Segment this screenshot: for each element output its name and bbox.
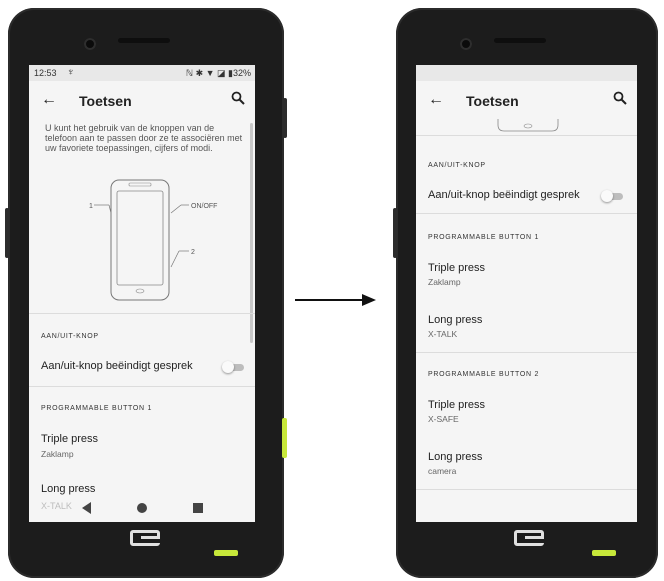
- button1-long-value: X-TALK: [428, 329, 458, 339]
- circle-home-icon[interactable]: [137, 503, 147, 513]
- crosscall-logo-icon: [514, 530, 544, 546]
- diagram-fragment: [497, 119, 559, 132]
- navigation-bar: X-TALK: [29, 493, 255, 522]
- diagram-label-2: 2: [191, 249, 195, 256]
- power-end-call-toggle[interactable]: [601, 190, 623, 202]
- right-phone: ← Toetsen AAN/UIT-KNOP Aan/uit-knop beëi…: [393, 8, 658, 578]
- search-icon[interactable]: [231, 91, 245, 105]
- power-end-call-label[interactable]: Aan/uit-knop beëindigt gesprek: [428, 189, 580, 201]
- app-bar: ← Toetsen: [416, 83, 637, 119]
- divider: [416, 135, 637, 136]
- volume-button[interactable]: [393, 208, 397, 258]
- left-screen: 12:53 ♆ ℕ ✱ ▼ ◪ ▮32% ← Toetsen U kunt he…: [29, 65, 255, 522]
- arrow-left-icon[interactable]: ←: [428, 91, 444, 109]
- section-header-button1: PROGRAMMABLE BUTTON 1: [41, 405, 153, 412]
- button2-long-value: camera: [428, 466, 457, 476]
- button2-long-title[interactable]: Long press: [428, 451, 482, 463]
- square-recent-icon[interactable]: [193, 503, 203, 513]
- status-time: 12:53: [34, 68, 57, 78]
- triangle-back-icon[interactable]: [82, 502, 91, 514]
- phone-diagram: 1 ON/OFF 2: [89, 179, 217, 301]
- section-header-button2: PROGRAMMABLE BUTTON 2: [428, 371, 540, 378]
- app-bar: ← Toetsen: [29, 83, 255, 119]
- arrow-left-icon[interactable]: ←: [41, 91, 57, 109]
- divider: [416, 213, 637, 214]
- button1-triple-value: Zaklamp: [41, 449, 74, 459]
- button1-triple-title[interactable]: Triple press: [41, 433, 98, 445]
- crosscall-logo-icon: [130, 530, 160, 546]
- power-side-button[interactable]: [283, 98, 287, 138]
- section-header-button1: PROGRAMMABLE BUTTON 1: [428, 234, 540, 241]
- button2-triple-title[interactable]: Triple press: [428, 399, 485, 411]
- bottom-accent: [214, 550, 238, 556]
- earpiece-speaker: [494, 38, 546, 43]
- diagram-label-onoff: ON/OFF: [191, 203, 217, 210]
- button1-triple-value: Zaklamp: [428, 277, 461, 287]
- intro-text: U kunt het gebruik van de knoppen van de…: [45, 123, 243, 153]
- page-title: Toetsen: [466, 93, 519, 109]
- button1-long-value: X-TALK: [41, 501, 72, 511]
- section-header-power: AAN/UIT-KNOP: [41, 333, 99, 340]
- front-camera: [460, 38, 472, 50]
- status-icons: ℕ ✱ ▼ ◪ ▮32%: [185, 68, 251, 78]
- status-bar: 12:53 ♆ ℕ ✱ ▼ ◪ ▮32%: [29, 65, 255, 81]
- section-header-power: AAN/UIT-KNOP: [428, 162, 486, 169]
- divider: [29, 313, 255, 314]
- bottom-accent: [592, 550, 616, 556]
- button1-long-title[interactable]: Long press: [428, 314, 482, 326]
- power-end-call-label[interactable]: Aan/uit-knop beëindigt gesprek: [41, 360, 193, 372]
- left-phone: 12:53 ♆ ℕ ✱ ▼ ◪ ▮32% ← Toetsen U kunt he…: [5, 8, 287, 578]
- earpiece-speaker: [118, 38, 170, 43]
- diagram-label-1: 1: [89, 203, 93, 210]
- right-screen: ← Toetsen AAN/UIT-KNOP Aan/uit-knop beëi…: [416, 65, 637, 522]
- page-title: Toetsen: [79, 93, 132, 109]
- transition-arrow-line: [295, 299, 363, 301]
- power-end-call-toggle[interactable]: [222, 361, 244, 373]
- programmable-side-button[interactable]: [282, 418, 287, 458]
- scrollbar[interactable]: [250, 123, 253, 343]
- transition-arrow-head: [362, 294, 376, 306]
- volume-button[interactable]: [5, 208, 9, 258]
- usb-icon: ♆: [67, 67, 75, 78]
- front-camera: [84, 38, 96, 50]
- status-bar: [416, 65, 637, 81]
- button2-triple-value: X-SAFE: [428, 414, 459, 424]
- search-icon[interactable]: [613, 91, 627, 105]
- button1-triple-title[interactable]: Triple press: [428, 262, 485, 274]
- divider: [29, 386, 255, 387]
- toggle-thumb: [222, 361, 234, 373]
- divider: [416, 489, 637, 490]
- toggle-thumb: [601, 190, 613, 202]
- divider: [416, 352, 637, 353]
